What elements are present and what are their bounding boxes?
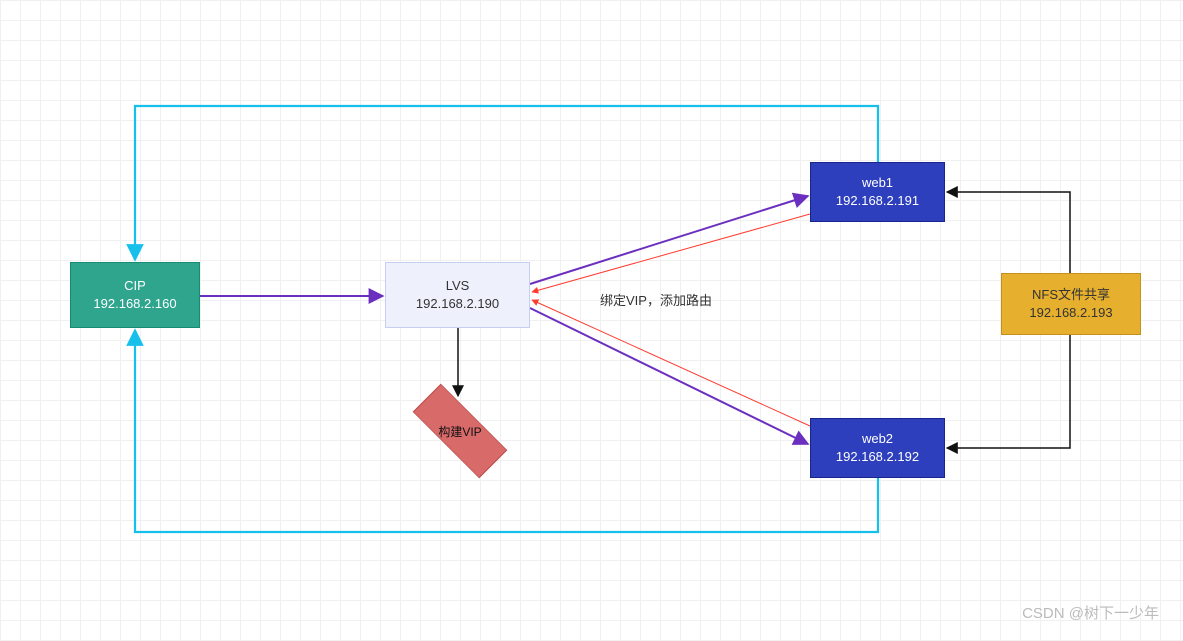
node-ip: 192.168.2.190 [416, 295, 499, 313]
edge-nfs-to-web1 [947, 192, 1070, 273]
node-title: LVS [446, 277, 470, 295]
node-ip: 192.168.2.192 [836, 448, 919, 466]
node-cip[interactable]: CIP 192.168.2.160 [70, 262, 200, 328]
node-title: web2 [862, 430, 893, 448]
node-lvs[interactable]: LVS 192.168.2.190 [385, 262, 530, 328]
node-title: web1 [862, 174, 893, 192]
edge-web2-to-lvs [532, 300, 810, 426]
node-title: CIP [124, 277, 146, 295]
node-nfs[interactable]: NFS文件共享 192.168.2.193 [1001, 273, 1141, 335]
edge-web1-to-lvs [532, 214, 810, 292]
edge-lvs-to-web1 [530, 196, 808, 284]
diagram-canvas: { "nodes": { "cip": {"title":"CIP","ip":… [0, 0, 1183, 641]
node-ip: 192.168.2.191 [836, 192, 919, 210]
node-web1[interactable]: web1 192.168.2.191 [810, 162, 945, 222]
label-bind-vip: 绑定VIP，添加路由 [600, 290, 712, 309]
watermark: CSDN @树下一少年 [1022, 602, 1159, 623]
edge-web1-to-cip [135, 106, 878, 260]
node-web2[interactable]: web2 192.168.2.192 [810, 418, 945, 478]
node-title: NFS文件共享 [1032, 286, 1110, 304]
edge-lvs-to-web2 [530, 308, 808, 444]
edge-nfs-to-web2 [947, 335, 1070, 448]
node-vip[interactable]: 构建VIP [413, 398, 507, 464]
node-ip: 192.168.2.160 [93, 295, 176, 313]
node-label: 构建VIP [413, 398, 507, 464]
node-ip: 192.168.2.193 [1029, 304, 1112, 322]
